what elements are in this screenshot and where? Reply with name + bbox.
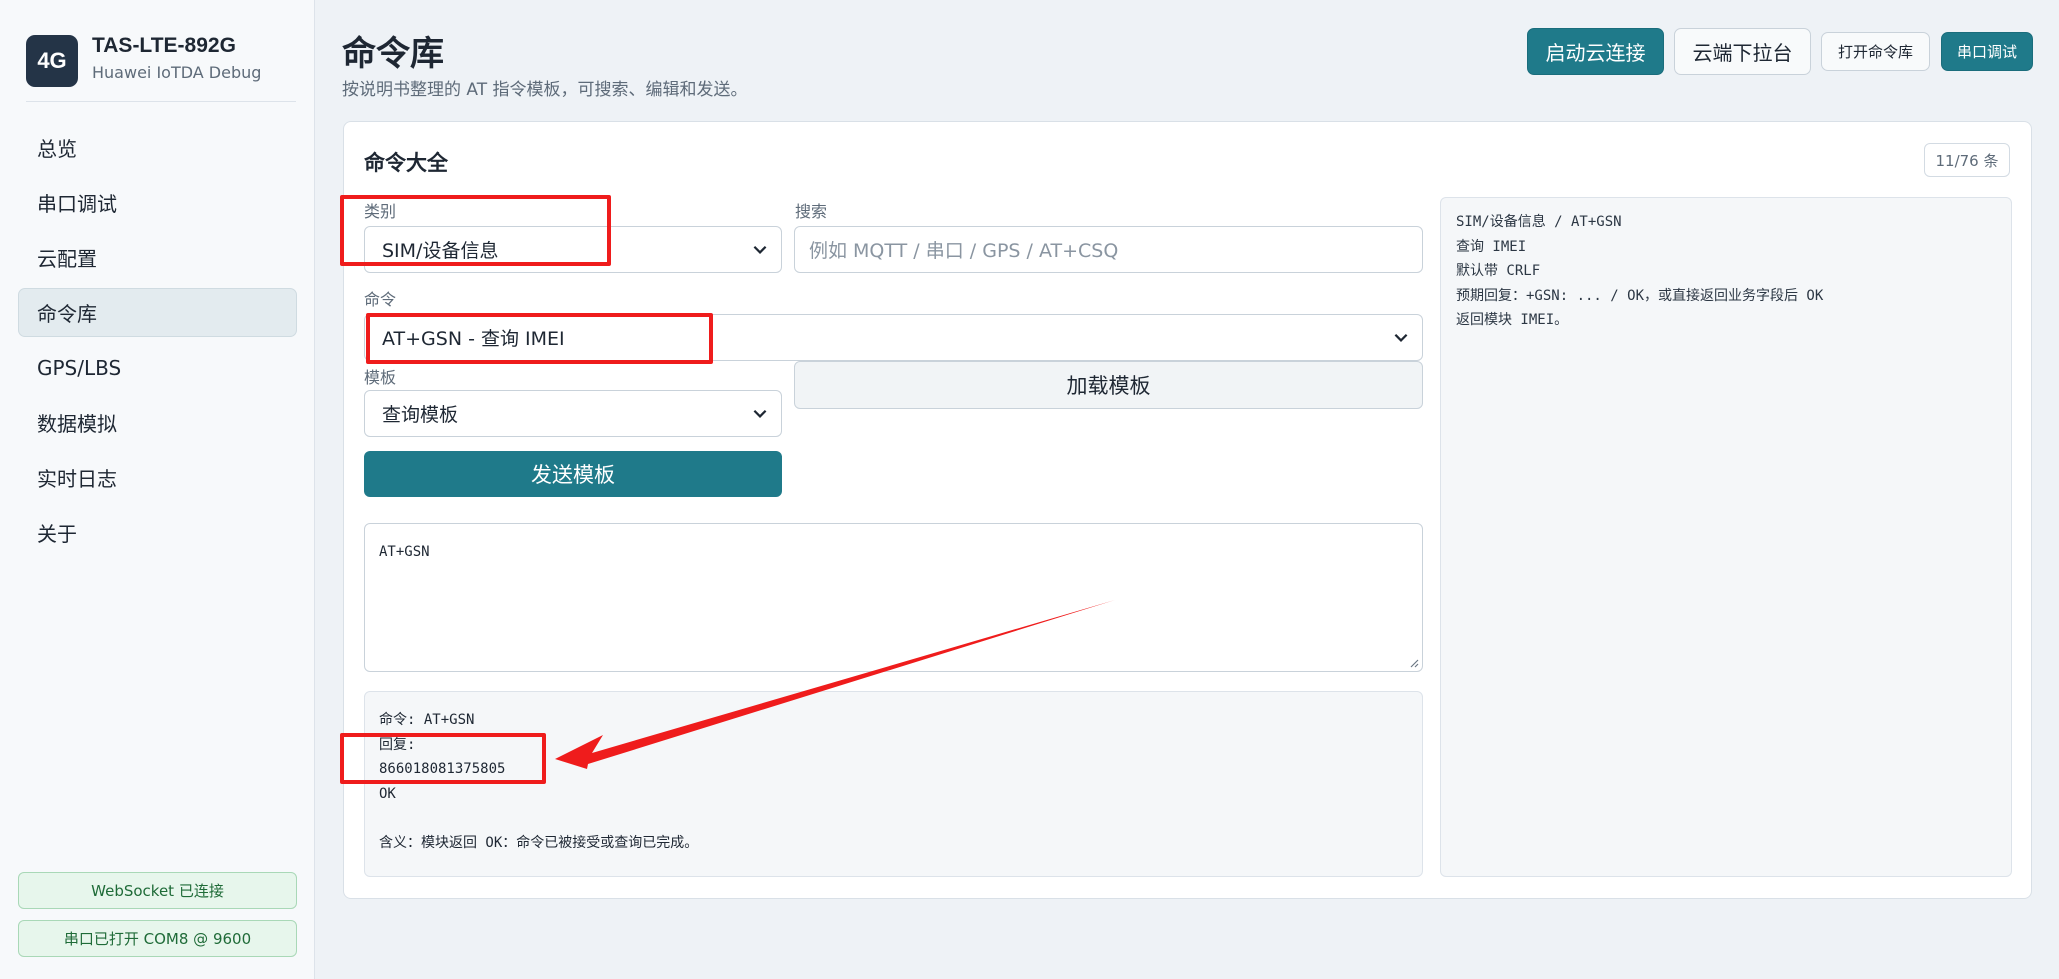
- annotation-arrow: [555, 600, 1115, 769]
- annotation-arrow-shape: [555, 600, 1115, 769]
